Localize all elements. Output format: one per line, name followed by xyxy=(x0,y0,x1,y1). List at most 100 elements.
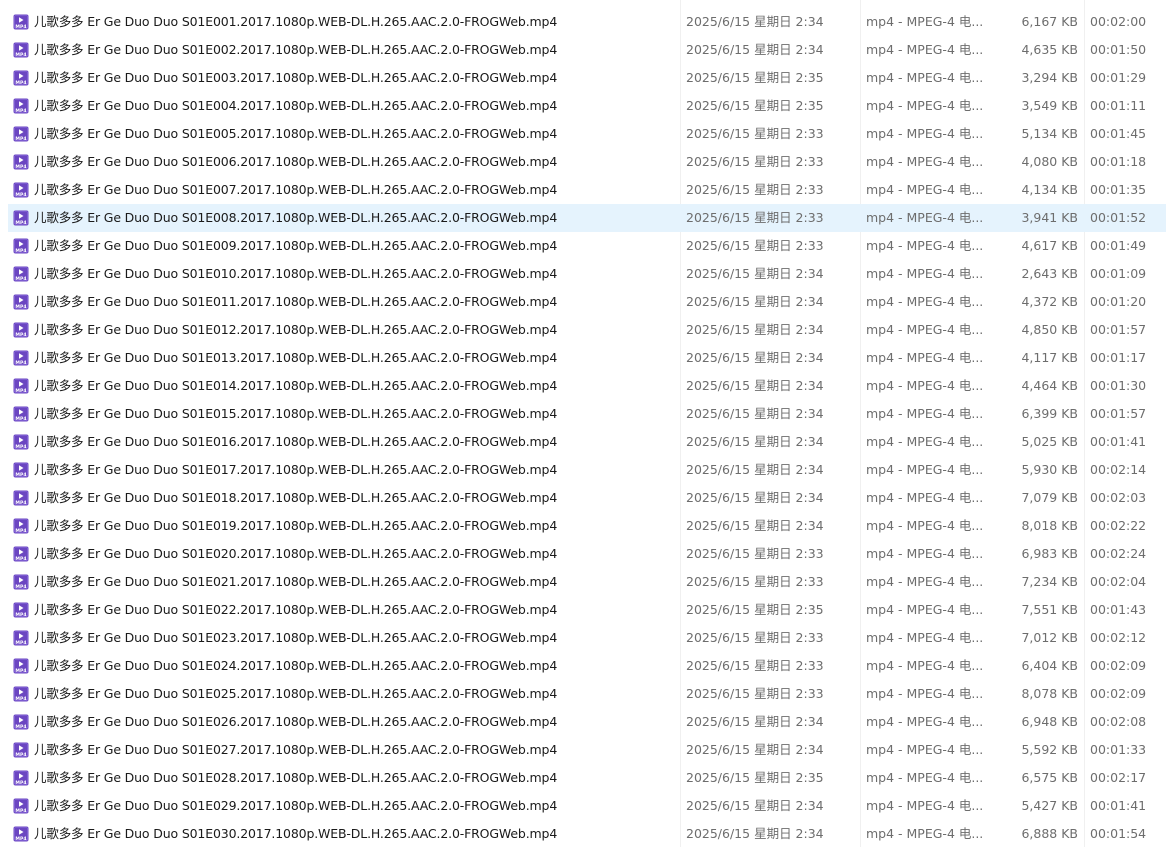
mp4-icon-label: MP4 xyxy=(15,164,26,170)
file-row[interactable]: MP4 儿歌多多 Er Ge Duo Duo S01E004.2017.1080… xyxy=(8,92,1166,120)
file-row[interactable]: MP4 儿歌多多 Er Ge Duo Duo S01E010.2017.1080… xyxy=(8,260,1166,288)
mp4-icon-label: MP4 xyxy=(15,332,26,338)
file-size: 6,404 KB xyxy=(1021,658,1078,673)
file-duration: 00:02:04 xyxy=(1090,574,1147,589)
file-duration: 00:01:18 xyxy=(1090,154,1147,169)
file-duration: 00:02:08 xyxy=(1090,714,1147,729)
file-name: 儿歌多多 Er Ge Duo Duo S01E012.2017.1080p.WE… xyxy=(34,322,558,337)
file-date-modified: 2025/6/15 星期日 2:34 xyxy=(686,42,824,57)
file-row[interactable]: MP4 儿歌多多 Er Ge Duo Duo S01E013.2017.1080… xyxy=(8,344,1166,372)
file-row[interactable]: MP4 儿歌多多 Er Ge Duo Duo S01E030.2017.1080… xyxy=(8,820,1166,847)
file-duration: 00:02:17 xyxy=(1090,770,1147,785)
file-row[interactable]: MP4 儿歌多多 Er Ge Duo Duo S01E021.2017.1080… xyxy=(8,568,1166,596)
file-row[interactable]: MP4 儿歌多多 Er Ge Duo Duo S01E007.2017.1080… xyxy=(8,176,1166,204)
file-row[interactable]: MP4 儿歌多多 Er Ge Duo Duo S01E028.2017.1080… xyxy=(8,764,1166,792)
file-name: 儿歌多多 Er Ge Duo Duo S01E010.2017.1080p.WE… xyxy=(34,266,558,281)
file-name: 儿歌多多 Er Ge Duo Duo S01E019.2017.1080p.WE… xyxy=(34,518,558,533)
file-size: 4,464 KB xyxy=(1021,378,1078,393)
file-duration: 00:01:41 xyxy=(1090,798,1147,813)
file-row[interactable]: MP4 儿歌多多 Er Ge Duo Duo S01E027.2017.1080… xyxy=(8,736,1166,764)
file-row[interactable]: MP4 儿歌多多 Er Ge Duo Duo S01E012.2017.1080… xyxy=(8,316,1166,344)
file-row[interactable]: MP4 儿歌多多 Er Ge Duo Duo S01E003.2017.1080… xyxy=(8,64,1166,92)
mp4-file-icon: MP4 xyxy=(13,98,29,114)
mp4-icon-label: MP4 xyxy=(15,80,26,86)
file-name: 儿歌多多 Er Ge Duo Duo S01E006.2017.1080p.WE… xyxy=(34,154,558,169)
file-date-modified: 2025/6/15 星期日 2:33 xyxy=(686,546,824,561)
file-row[interactable]: MP4 儿歌多多 Er Ge Duo Duo S01E011.2017.1080… xyxy=(8,288,1166,316)
file-duration: 00:01:45 xyxy=(1090,126,1147,141)
file-name: 儿歌多多 Er Ge Duo Duo S01E027.2017.1080p.WE… xyxy=(34,742,558,757)
file-type: mp4 - MPEG-4 电... xyxy=(866,434,984,449)
file-row[interactable]: MP4 儿歌多多 Er Ge Duo Duo S01E017.2017.1080… xyxy=(8,456,1166,484)
file-row[interactable]: MP4 儿歌多多 Er Ge Duo Duo S01E020.2017.1080… xyxy=(8,540,1166,568)
file-row[interactable]: MP4 儿歌多多 Er Ge Duo Duo S01E018.2017.1080… xyxy=(8,484,1166,512)
file-duration: 00:02:03 xyxy=(1090,490,1147,505)
file-type: mp4 - MPEG-4 电... xyxy=(866,686,984,701)
file-duration: 00:01:50 xyxy=(1090,42,1147,57)
file-name: 儿歌多多 Er Ge Duo Duo S01E021.2017.1080p.WE… xyxy=(34,574,558,589)
file-row[interactable]: MP4 儿歌多多 Er Ge Duo Duo S01E025.2017.1080… xyxy=(8,680,1166,708)
mp4-icon-label: MP4 xyxy=(15,584,26,590)
file-duration: 00:01:33 xyxy=(1090,742,1147,757)
mp4-icon-label: MP4 xyxy=(15,24,26,30)
file-row[interactable]: MP4 儿歌多多 Er Ge Duo Duo S01E001.2017.1080… xyxy=(8,8,1166,36)
file-size: 5,930 KB xyxy=(1021,462,1078,477)
mp4-icon-label: MP4 xyxy=(15,612,26,618)
file-name: 儿歌多多 Er Ge Duo Duo S01E020.2017.1080p.WE… xyxy=(34,546,558,561)
file-duration: 00:01:17 xyxy=(1090,350,1147,365)
file-row[interactable]: MP4 儿歌多多 Er Ge Duo Duo S01E002.2017.1080… xyxy=(8,36,1166,64)
file-row[interactable]: MP4 儿歌多多 Er Ge Duo Duo S01E023.2017.1080… xyxy=(8,624,1166,652)
file-row[interactable]: MP4 儿歌多多 Er Ge Duo Duo S01E026.2017.1080… xyxy=(8,708,1166,736)
file-type: mp4 - MPEG-4 电... xyxy=(866,294,984,309)
file-row[interactable]: MP4 儿歌多多 Er Ge Duo Duo S01E029.2017.1080… xyxy=(8,792,1166,820)
file-row[interactable]: MP4 儿歌多多 Er Ge Duo Duo S01E024.2017.1080… xyxy=(8,652,1166,680)
file-date-modified: 2025/6/15 星期日 2:34 xyxy=(686,294,824,309)
file-date-modified: 2025/6/15 星期日 2:34 xyxy=(686,322,824,337)
file-type: mp4 - MPEG-4 电... xyxy=(866,42,984,57)
file-name: 儿歌多多 Er Ge Duo Duo S01E003.2017.1080p.WE… xyxy=(34,70,558,85)
file-type: mp4 - MPEG-4 电... xyxy=(866,406,984,421)
file-row[interactable]: MP4 儿歌多多 Er Ge Duo Duo S01E014.2017.1080… xyxy=(8,372,1166,400)
file-row[interactable]: MP4 儿歌多多 Er Ge Duo Duo S01E015.2017.1080… xyxy=(8,400,1166,428)
mp4-file-icon: MP4 xyxy=(13,238,29,254)
file-date-modified: 2025/6/15 星期日 2:34 xyxy=(686,490,824,505)
file-duration: 00:02:22 xyxy=(1090,518,1147,533)
mp4-icon-label: MP4 xyxy=(15,696,26,702)
file-name: 儿歌多多 Er Ge Duo Duo S01E015.2017.1080p.WE… xyxy=(34,406,558,421)
file-type: mp4 - MPEG-4 电... xyxy=(866,238,984,253)
file-type: mp4 - MPEG-4 电... xyxy=(866,378,984,393)
file-date-modified: 2025/6/15 星期日 2:33 xyxy=(686,574,824,589)
file-row[interactable]: MP4 儿歌多多 Er Ge Duo Duo S01E005.2017.1080… xyxy=(8,120,1166,148)
file-size: 4,850 KB xyxy=(1021,322,1078,337)
file-type: mp4 - MPEG-4 电... xyxy=(866,602,984,617)
mp4-icon-label: MP4 xyxy=(15,780,26,786)
file-duration: 00:02:09 xyxy=(1090,686,1147,701)
file-date-modified: 2025/6/15 星期日 2:33 xyxy=(686,686,824,701)
file-row[interactable]: MP4 儿歌多多 Er Ge Duo Duo S01E009.2017.1080… xyxy=(8,232,1166,260)
file-type: mp4 - MPEG-4 电... xyxy=(866,210,984,225)
file-duration: 00:01:54 xyxy=(1090,826,1147,841)
file-type: mp4 - MPEG-4 电... xyxy=(866,546,984,561)
mp4-icon-label: MP4 xyxy=(15,248,26,254)
file-size: 5,427 KB xyxy=(1021,798,1078,813)
mp4-icon-label: MP4 xyxy=(15,192,26,198)
file-size: 6,948 KB xyxy=(1021,714,1078,729)
file-name: 儿歌多多 Er Ge Duo Duo S01E025.2017.1080p.WE… xyxy=(34,686,558,701)
mp4-file-icon: MP4 xyxy=(13,686,29,702)
file-date-modified: 2025/6/15 星期日 2:35 xyxy=(686,98,824,113)
file-duration: 00:01:57 xyxy=(1090,406,1147,421)
file-date-modified: 2025/6/15 星期日 2:33 xyxy=(686,182,824,197)
file-row[interactable]: MP4 儿歌多多 Er Ge Duo Duo S01E016.2017.1080… xyxy=(8,428,1166,456)
file-row[interactable]: MP4 儿歌多多 Er Ge Duo Duo S01E022.2017.1080… xyxy=(8,596,1166,624)
file-size: 2,643 KB xyxy=(1021,266,1078,281)
file-rows: MP4 儿歌多多 Er Ge Duo Duo S01E001.2017.1080… xyxy=(0,8,1166,847)
file-type: mp4 - MPEG-4 电... xyxy=(866,126,984,141)
file-date-modified: 2025/6/15 星期日 2:35 xyxy=(686,770,824,785)
mp4-icon-label: MP4 xyxy=(15,304,26,310)
file-row[interactable]: MP4 儿歌多多 Er Ge Duo Duo S01E008.2017.1080… xyxy=(8,204,1166,232)
file-row[interactable]: MP4 儿歌多多 Er Ge Duo Duo S01E006.2017.1080… xyxy=(8,148,1166,176)
file-row[interactable]: MP4 儿歌多多 Er Ge Duo Duo S01E019.2017.1080… xyxy=(8,512,1166,540)
mp4-icon-label: MP4 xyxy=(15,500,26,506)
mp4-file-icon: MP4 xyxy=(13,154,29,170)
mp4-file-icon: MP4 xyxy=(13,434,29,450)
